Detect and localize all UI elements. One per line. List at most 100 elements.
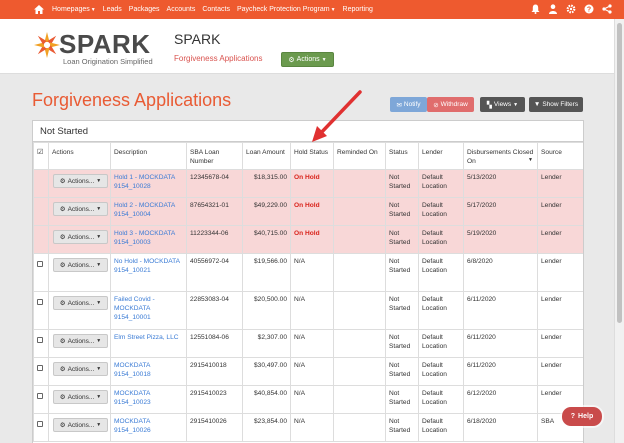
row-description-link[interactable]: Failed Covid - MOCKDATA 9154_10001 xyxy=(114,296,155,321)
row-checkbox[interactable] xyxy=(37,365,43,371)
table-row: ⚙ Actions... ▼ Hold 3 - MOCKDATA 9154_10003… xyxy=(33,225,583,254)
notify-button[interactable]: ✉ Notify xyxy=(390,97,427,112)
row-loan-amount: $49,229.00 xyxy=(242,197,291,226)
row-description-link[interactable]: Hold 2 - MOCKDATA 9154_10004 xyxy=(114,202,175,218)
row-select-cell xyxy=(33,385,49,414)
row-description: Hold 1 - MOCKDATA 9154_10028 xyxy=(110,169,187,198)
row-actions-button[interactable]: ⚙ Actions... ▼ xyxy=(53,296,108,310)
question-icon[interactable]: ? xyxy=(584,3,594,15)
scrollbar-thumb[interactable] xyxy=(617,23,622,323)
col-source[interactable]: Source xyxy=(537,142,583,170)
col-description[interactable]: Description xyxy=(110,142,187,170)
row-lender: Default Location xyxy=(418,291,464,330)
envelope-icon: ✉ xyxy=(396,101,402,109)
header-actions-button[interactable]: ⚙ Actions ▼ xyxy=(281,52,334,67)
nav-ppp[interactable]: Paycheck Protection Program▼ xyxy=(237,6,336,13)
views-button[interactable]: ▚ Views ▼ xyxy=(480,97,525,112)
col-sba-loan-number[interactable]: SBA Loan Number xyxy=(186,142,243,170)
nav-homepages[interactable]: Homepages▼ xyxy=(52,6,96,13)
nav-leads[interactable]: Leads xyxy=(103,6,122,13)
gears-icon: ⚙ xyxy=(59,233,66,241)
row-description-link[interactable]: Hold 1 - MOCKDATA 9154_10028 xyxy=(114,174,175,190)
home-icon[interactable] xyxy=(33,5,45,14)
row-description-link[interactable]: Hold 3 - MOCKDATA 9154_10003 xyxy=(114,230,175,246)
row-actions-button[interactable]: ⚙ Actions... ▼ xyxy=(53,362,108,376)
bell-icon[interactable] xyxy=(530,3,540,15)
brand-subtitle[interactable]: Forgiveness Applications xyxy=(174,54,263,63)
row-select-cell xyxy=(33,253,49,292)
row-checkbox[interactable] xyxy=(37,299,43,305)
row-select-cell xyxy=(33,225,49,254)
page-scrollbar[interactable] xyxy=(614,19,624,443)
row-description: MOCKDATA 9154_10026 xyxy=(110,413,187,442)
user-icon[interactable] xyxy=(548,3,558,15)
help-button[interactable]: ? Help xyxy=(562,407,602,426)
col-disbursements[interactable]: Disbursements Closed On ▼ xyxy=(463,142,538,170)
hold-status-text: N/A xyxy=(294,334,305,341)
row-reminded-on xyxy=(333,329,386,358)
binoculars-icon: ▚ xyxy=(486,101,492,109)
row-actions-button[interactable]: ⚙ Actions... ▼ xyxy=(53,230,108,244)
row-description-link[interactable]: MOCKDATA 9154_10026 xyxy=(114,418,151,434)
row-description: Elm Street Pizza, LLC xyxy=(110,329,187,358)
row-sba-loan-number: 11223344-06 xyxy=(186,225,243,254)
row-actions-label: Actions... xyxy=(67,261,95,269)
row-sba-loan-number: 12551084-06 xyxy=(186,329,243,358)
nav-packages[interactable]: Packages xyxy=(129,6,160,13)
gears-icon: ⚙ xyxy=(59,205,66,213)
header-actions-label: Actions xyxy=(296,56,320,63)
gear-icon[interactable] xyxy=(566,3,576,15)
row-actions-button[interactable]: ⚙ Actions... ▼ xyxy=(53,390,108,404)
caret-down-icon: ▼ xyxy=(96,421,102,428)
table-row: ⚙ Actions... ▼ MOCKDATA 9154_10018 291541001… xyxy=(33,357,583,386)
gears-icon: ⚙ xyxy=(59,365,66,373)
nav-accounts[interactable]: Accounts xyxy=(167,6,196,13)
row-actions-button[interactable]: ⚙ Actions... ▼ xyxy=(53,334,108,348)
table-row: ⚙ Actions... ▼ Failed Covid - MOCKDATA 9154… xyxy=(33,291,583,330)
annotation-arrow-icon xyxy=(312,90,362,142)
row-description-link[interactable]: Elm Street Pizza, LLC xyxy=(114,334,179,341)
row-reminded-on xyxy=(333,413,386,442)
row-disbursements: 6/18/2020 xyxy=(463,413,538,442)
app-header: SPARK Loan Origination Simplified SPARK … xyxy=(0,19,614,74)
row-disbursements: 6/11/2020 xyxy=(463,291,538,330)
row-actions-button[interactable]: ⚙ Actions... ▼ xyxy=(53,202,108,216)
nav-reporting[interactable]: Reporting xyxy=(343,6,373,13)
row-actions-button[interactable]: ⚙ Actions... ▼ xyxy=(53,174,108,188)
row-disbursements: 5/19/2020 xyxy=(463,225,538,254)
table-row: ⚙ Actions... ▼ Hold 2 - MOCKDATA 9154_10004… xyxy=(33,197,583,226)
row-lender: Default Location xyxy=(418,253,464,292)
row-actions-button[interactable]: ⚙ Actions... ▼ xyxy=(53,258,108,272)
row-description: Hold 3 - MOCKDATA 9154_10003 xyxy=(110,225,187,254)
row-source: Lender xyxy=(537,253,583,292)
col-loan-amount[interactable]: Loan Amount xyxy=(242,142,291,170)
spark-logo[interactable]: SPARK Loan Origination Simplified xyxy=(33,29,158,66)
row-actions-label: Actions... xyxy=(67,299,95,307)
show-filters-button[interactable]: ▼ Show Filters xyxy=(529,97,583,112)
row-actions-cell: ⚙ Actions... ▼ xyxy=(48,385,111,414)
row-select-cell xyxy=(33,413,49,442)
row-loan-amount: $30,497.00 xyxy=(242,357,291,386)
row-description-link[interactable]: MOCKDATA 9154_10018 xyxy=(114,362,151,378)
row-loan-amount: $40,854.00 xyxy=(242,385,291,414)
filter-icon: ▼ xyxy=(533,101,541,108)
col-status[interactable]: Status xyxy=(385,142,419,170)
row-actions-button[interactable]: ⚙ Actions... ▼ xyxy=(53,418,108,432)
col-lender[interactable]: Lender xyxy=(418,142,464,170)
nav-contacts[interactable]: Contacts xyxy=(202,6,230,13)
nav-right-icons: ? xyxy=(530,3,612,15)
row-checkbox[interactable] xyxy=(37,261,43,267)
row-disbursements: 5/13/2020 xyxy=(463,169,538,198)
row-description-link[interactable]: No Hold - MOCKDATA 9154_10021 xyxy=(114,258,180,274)
row-checkbox[interactable] xyxy=(37,337,43,343)
row-actions-cell: ⚙ Actions... ▼ xyxy=(48,169,111,198)
row-hold-status: On Hold xyxy=(290,169,334,198)
notify-label: Notify xyxy=(403,101,421,108)
select-all-header[interactable]: ☑ xyxy=(33,142,49,170)
row-description-link[interactable]: MOCKDATA 9154_10023 xyxy=(114,390,151,406)
hold-status-text: N/A xyxy=(294,296,305,303)
row-checkbox[interactable] xyxy=(37,421,43,427)
row-checkbox[interactable] xyxy=(37,393,43,399)
share-icon[interactable] xyxy=(602,3,612,15)
withdraw-button[interactable]: ⊘ Withdraw xyxy=(427,97,474,112)
